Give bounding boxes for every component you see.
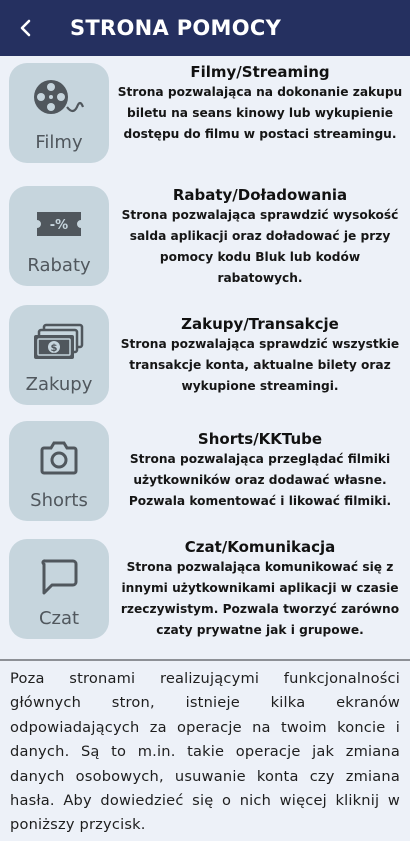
discount-ticket-icon: -% xyxy=(37,212,81,236)
item-description: Czat/Komunikacja Strona pozwalająca komu… xyxy=(116,538,404,641)
tile-label: Filmy xyxy=(35,132,83,153)
tile-label: Zakupy xyxy=(25,374,93,395)
back-button[interactable] xyxy=(0,0,52,56)
item-title: Zakupy/Transakcje xyxy=(181,315,339,333)
item-title: Czat/Komunikacja xyxy=(184,538,336,556)
svg-text:$: $ xyxy=(51,343,58,354)
section-divider xyxy=(0,659,410,661)
money-stack-icon: $ xyxy=(34,323,84,359)
tile-label: Czat xyxy=(38,608,80,629)
page-title: STRONA POMOCY xyxy=(70,16,282,40)
chat-bubble-icon xyxy=(41,559,78,595)
tile-czat-button[interactable]: Czat xyxy=(9,539,109,639)
tile-rabaty-button[interactable]: -% Rabaty xyxy=(9,186,109,286)
svg-text:-%: -% xyxy=(50,218,68,233)
tile-zakupy-button[interactable]: $ Zakupy xyxy=(9,305,109,405)
item-title: Rabaty/Doładowania xyxy=(172,186,348,204)
chevron-left-icon xyxy=(20,19,31,37)
tile-shorts-button[interactable]: Shorts xyxy=(9,421,109,521)
item-description: Rabaty/Doładowania Strona pozwalająca sp… xyxy=(116,186,404,289)
top-app-bar: STRONA POMOCY xyxy=(0,0,410,56)
item-description: Filmy/Streaming Strona pozwalająca na do… xyxy=(116,63,404,145)
tile-label: Shorts xyxy=(30,490,88,511)
tile-label: Rabaty xyxy=(27,255,91,276)
tile-filmy-button[interactable]: Filmy xyxy=(9,63,109,163)
item-title: Filmy/Streaming xyxy=(190,63,330,81)
item-text: Strona pozwalająca sprawdzić wszystkie t… xyxy=(120,337,400,393)
item-text: Strona pozwalająca przeglądać filmiki uż… xyxy=(128,452,392,508)
account-info-text: Poza stronami realizującymi funkcjonalno… xyxy=(10,670,400,834)
item-text: Strona pozwalająca na dokonanie zakupu b… xyxy=(117,85,403,141)
item-description: Zakupy/Transakcje Strona pozwalająca spr… xyxy=(116,315,404,397)
item-text: Strona pozwalająca komunikować się z inn… xyxy=(120,560,400,637)
item-title: Shorts/KKTube xyxy=(197,430,323,448)
item-description: Shorts/KKTube Strona pozwalająca przeglą… xyxy=(116,430,404,512)
film-reel-icon xyxy=(34,80,85,114)
item-text: Strona pozwalająca sprawdzić wysokość sa… xyxy=(121,208,399,285)
camera-icon xyxy=(40,441,78,475)
